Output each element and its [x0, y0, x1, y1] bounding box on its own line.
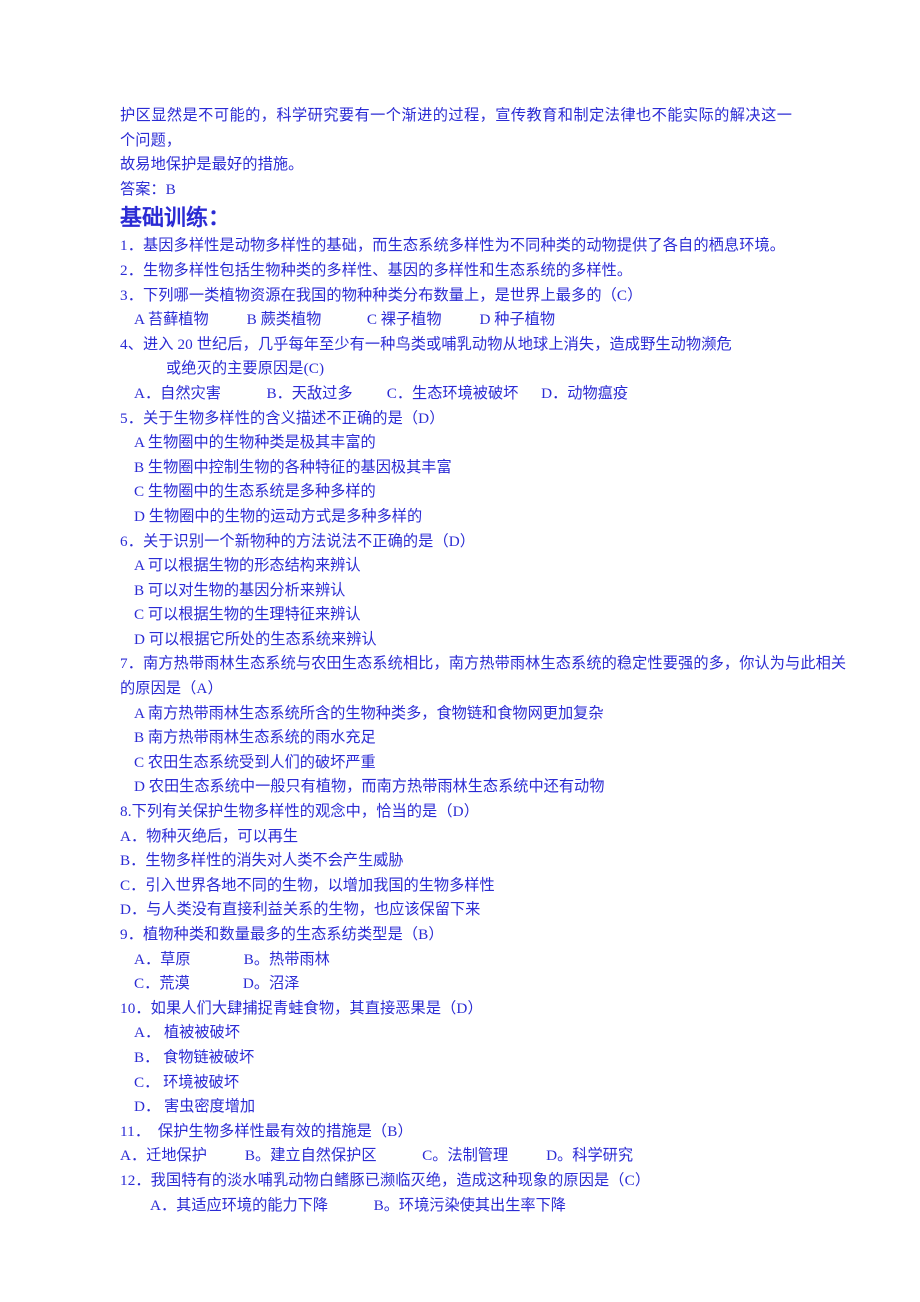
question-3-stem: 3．下列哪一类植物资源在我国的物种种类分布数量上，是世界上最多的（C） [120, 286, 643, 304]
document-body: 护区显然是不可能的，科学研究要有一个渐进的过程，宣传教育和制定法律也不能实际的解… [120, 104, 847, 1218]
question-6-option-c: C 可以根据生物的生理特征来辨认 [134, 606, 361, 624]
question-10-option-b: B． 食物链被破坏 [134, 1048, 255, 1066]
question-3-options: A 苔藓植物 B 蕨类植物 C 裸子植物 D 种子植物 [134, 311, 556, 329]
question-10-option-d: D． 害虫密度增加 [134, 1098, 256, 1116]
question-8-option-c: C．引入世界各地不同的生物，以增加我国的生物多样性 [120, 876, 495, 894]
question-6-option-d: D 可以根据它所处的生态系统来辨认 [134, 630, 377, 648]
question-12-options: A．其适应环境的能力下降 B。环境污染使其出生率下降 [150, 1196, 566, 1214]
question-5-stem: 5．关于生物多样性的含义描述不正确的是（D） [120, 409, 445, 427]
question-10-stem: 10．如果人们大肆捕捉青蛙食物，其直接恶果是（D） [120, 999, 483, 1017]
question-10-option-c: C． 环境被破坏 [134, 1073, 240, 1091]
question-7-option-d: D 农田生态系统中一般只有植物，而南方热带雨林生态系统中还有动物 [134, 778, 605, 796]
question-4-stem-line-2: 或绝灭的主要原因是(C) [166, 360, 325, 378]
question-7-option-b: B 南方热带雨林生态系统的雨水充足 [134, 729, 376, 747]
question-1-stem: 1．基因多样性是动物多样性的基础，而生态系统多样性为不同种类的动物提供了各自的栖… [120, 237, 786, 255]
question-11-stem: 11． 保护生物多样性最有效的措施是（B） [120, 1122, 413, 1140]
question-8-option-a: A．物种灭绝后，可以再生 [120, 827, 299, 845]
question-4-stem-line-1: 4、进入 20 世纪后，几乎每年至少有一种鸟类或哺乳动物从地球上消失，造成野生动… [120, 335, 732, 353]
question-9-options-row-2: C．荒漠 D。沼泽 [134, 975, 300, 993]
answer-line: 答案：B [120, 180, 176, 198]
question-8-option-d: D．与人类没有直接利益关系的生物，也应该保留下来 [120, 901, 481, 919]
question-6-option-b: B 可以对生物的基因分析来辨认 [134, 581, 346, 599]
question-5-option-a: A 生物圈中的生物种类是极其丰富的 [134, 434, 376, 452]
intro-line-1: 护区显然是不可能的，科学研究要有一个渐进的过程，宣传教育和制定法律也不能实际的解… [120, 107, 792, 149]
section-heading: 基础训练： [120, 205, 231, 231]
question-7-option-a: A 南方热带雨林生态系统所含的生物种类多，食物链和食物网更加复杂 [134, 704, 604, 722]
intro-line-2: 故易地保护是最好的措施。 [120, 156, 304, 174]
question-6-stem: 6．关于识别一个新物种的方法说法不正确的是（D） [120, 532, 476, 550]
question-5-option-d: D 生物圈中的生物的运动方式是多种多样的 [134, 507, 423, 525]
question-6-option-a: A 可以根据生物的形态结构来辨认 [134, 557, 361, 575]
question-9-options-row-1: A．草原 B。热带雨林 [134, 950, 330, 968]
question-2-stem: 2．生物多样性包括生物种类的多样性、基因的多样性和生态系统的多样性。 [120, 261, 633, 279]
question-8-option-b: B．生物多样性的消失对人类不会产生威胁 [120, 852, 404, 870]
question-11-options: A．迁地保护 B。建立自然保护区 C。法制管理 D。科学研究 [120, 1147, 634, 1165]
question-12-stem: 12．我国特有的淡水哺乳动物白鳍豚已濒临灭绝，造成这种现象的原因是（C） [120, 1171, 651, 1189]
document-page: 护区显然是不可能的，科学研究要有一个渐进的过程，宣传教育和制定法律也不能实际的解… [0, 0, 920, 1302]
question-5-option-b: B 生物圈中控制生物的各种特征的基因极其丰富 [134, 458, 452, 476]
question-9-stem: 9．植物种类和数量最多的生态系纺类型是（B） [120, 926, 444, 943]
question-8-stem: 8.下列有关保护生物多样性的观念中，恰当的是（D） [120, 803, 479, 821]
question-10-option-a: A． 植被被破坏 [134, 1024, 240, 1042]
question-5-option-c: C 生物圈中的生态系统是多种多样的 [134, 483, 376, 501]
question-4-options: A．自然灾害 B．天敌过多 C．生态环境被破坏 D．动物瘟疫 [134, 384, 629, 402]
question-7-stem-line-2: 的原因是（A） [120, 680, 223, 698]
question-7-option-c: C 农田生态系统受到人们的破坏严重 [134, 753, 376, 771]
question-7-stem-line-1: 7．南方热带雨林生态系统与农田生态系统相比，南方热带雨林生态系统的稳定性要强的多… [120, 655, 847, 673]
